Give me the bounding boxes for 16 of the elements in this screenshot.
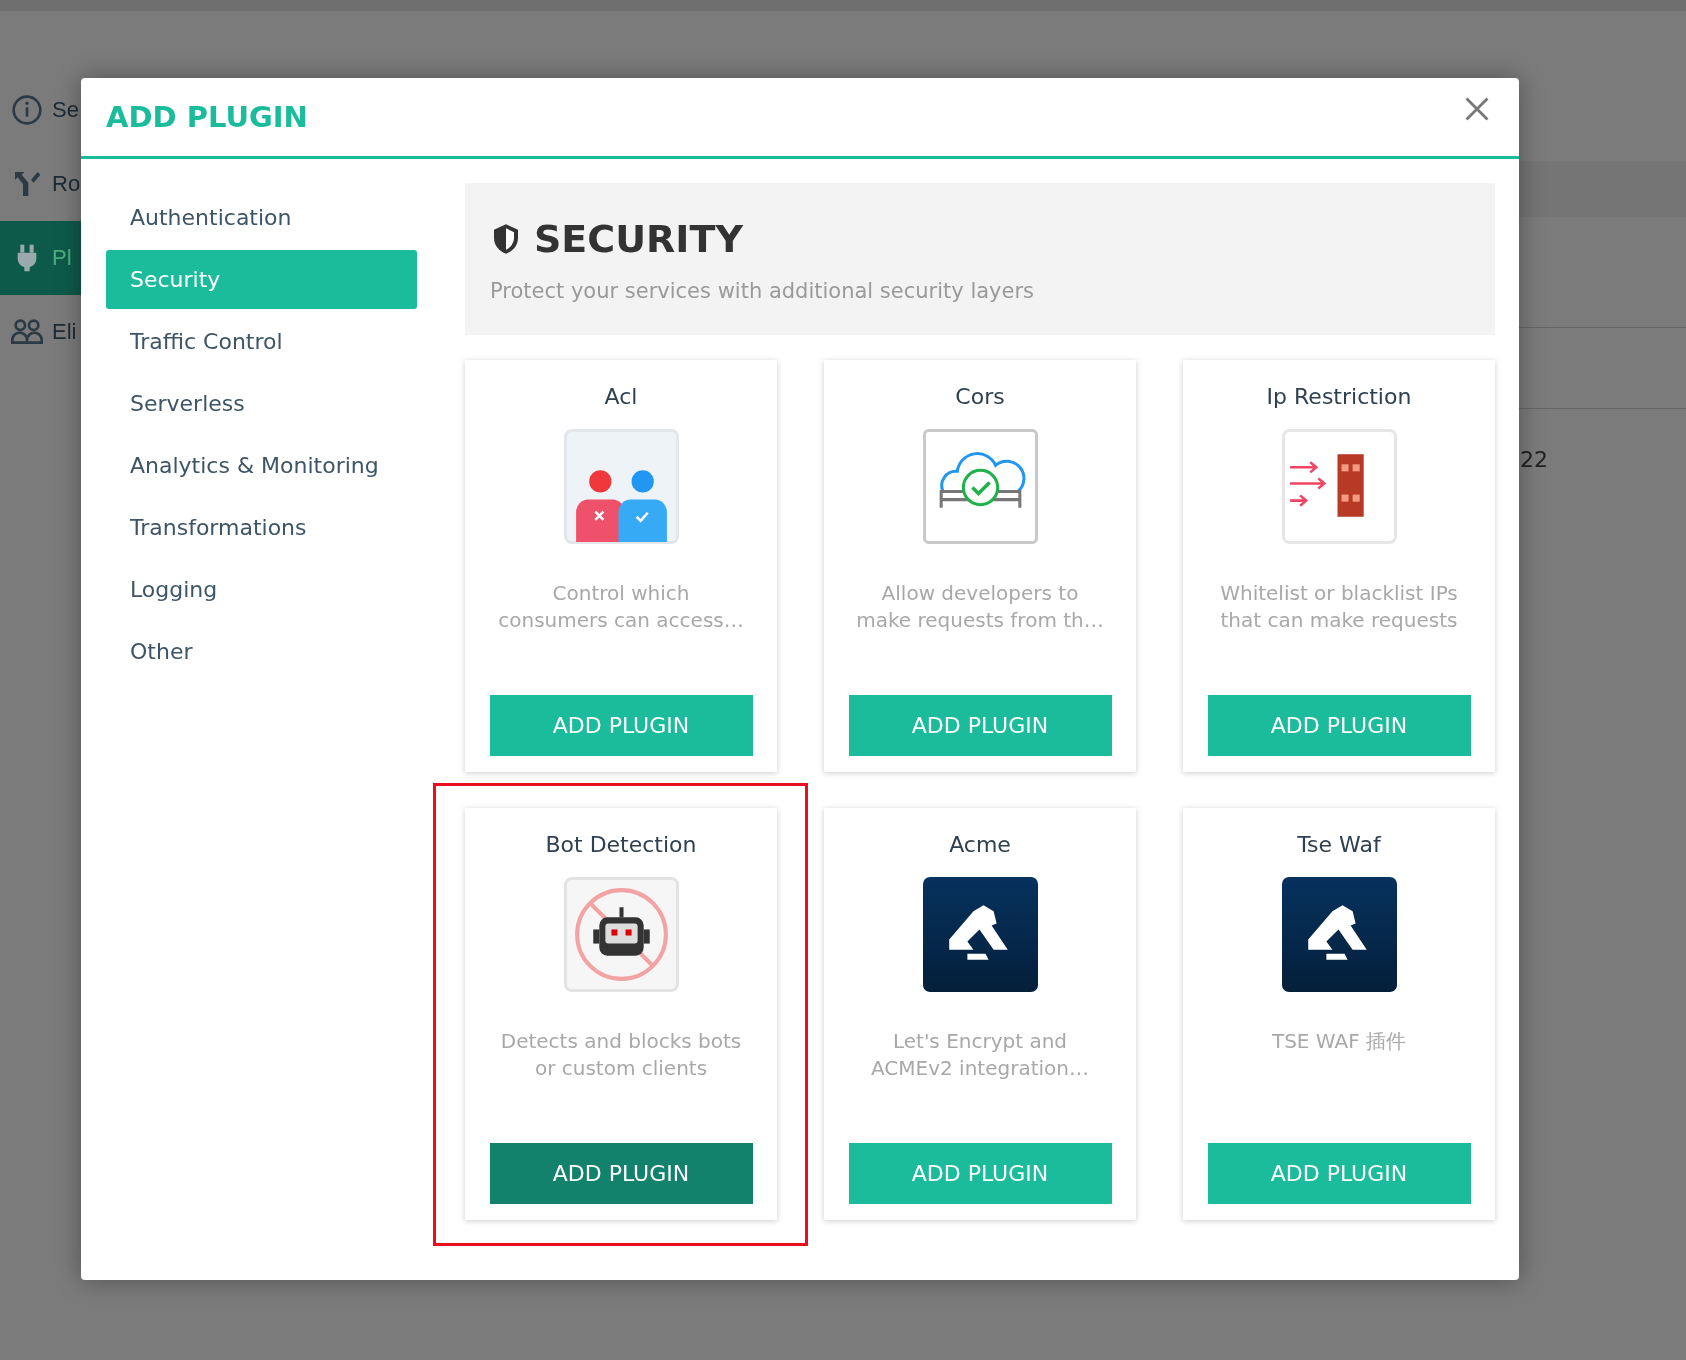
plugin-description: TSE WAF 插件 xyxy=(1270,1028,1408,1055)
plugin-name: Cors xyxy=(955,384,1005,409)
table-cell: 22 xyxy=(1520,447,1548,472)
plugin-name: Ip Restriction xyxy=(1266,384,1412,409)
plugin-name: Acme xyxy=(949,832,1011,857)
plugin-description: Allow developers to make requests from th… xyxy=(855,580,1105,634)
plugin-description: Detects and blocks bots or custom clients xyxy=(499,1028,743,1082)
plugin-name: Acl xyxy=(604,384,638,409)
plugin-name: Tse Waf xyxy=(1297,832,1381,857)
dialog-title: ADD PLUGIN xyxy=(106,100,308,134)
section-subtitle: Protect your services with additional security layers xyxy=(490,279,1035,303)
plugin-description: Control which consumers can access… xyxy=(497,580,745,634)
section-title: SECURITY xyxy=(534,217,743,261)
plugin-description: Let's Encrypt and ACMEv2 integration… xyxy=(870,1028,1090,1082)
plugin-description: Whitelist or blacklist IPs that can make requests xyxy=(1219,580,1459,634)
plugin-name: Bot Detection xyxy=(545,832,697,857)
